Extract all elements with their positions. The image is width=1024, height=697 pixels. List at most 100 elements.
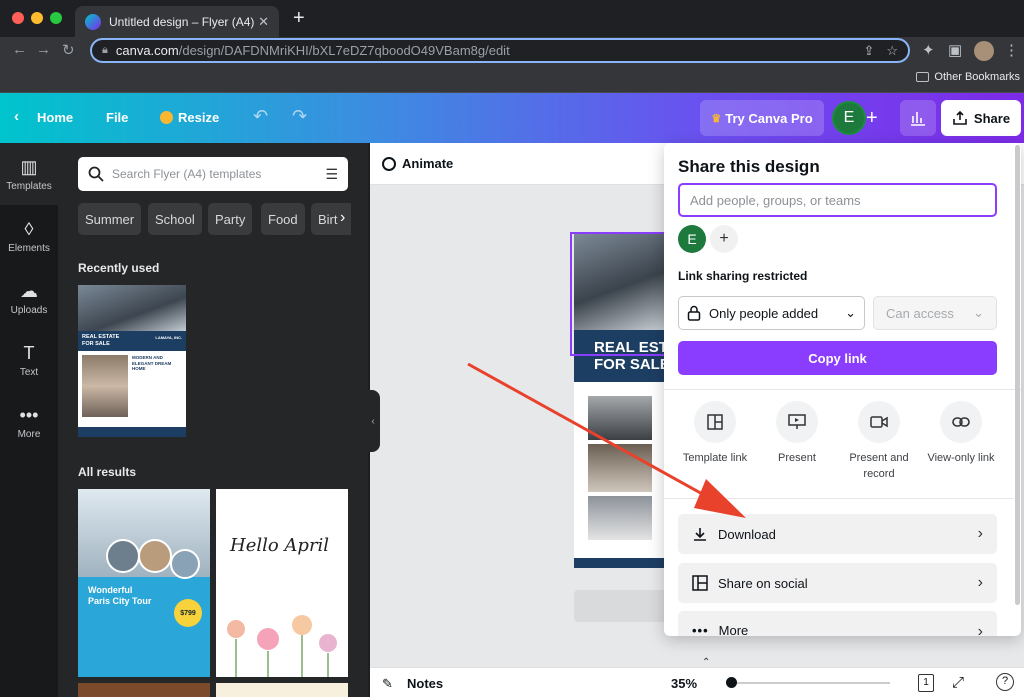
row-label: More — [718, 623, 749, 636]
rail-item-uploads[interactable]: ☁ Uploads — [0, 281, 58, 316]
template-thumb-partial[interactable] — [216, 683, 348, 697]
rail-label: More — [17, 429, 41, 440]
insights-button[interactable] — [900, 100, 936, 136]
present-option[interactable]: Present — [757, 401, 837, 467]
url-field[interactable]: 🔒︎ canva.com /design/DAFDNMriKHI/bXL7eDZ… — [90, 38, 910, 63]
template-link-option[interactable]: Template link — [675, 401, 755, 467]
zoom-slider-handle[interactable] — [726, 677, 737, 688]
thumb-banner: REAL ESTATE FOR SALE LAMAYA, INC. — [78, 331, 186, 351]
copy-link-button[interactable]: Copy link — [678, 341, 997, 375]
try-canva-pro-button[interactable]: ♛ Try Canva Pro — [700, 100, 824, 136]
access-level-select[interactable]: Can access ⌄ — [873, 296, 997, 330]
forward-icon[interactable]: → — [36, 41, 51, 58]
window-close-dot[interactable] — [12, 12, 24, 24]
zoom-slider-track[interactable] — [730, 682, 890, 684]
thumb-brand: LAMAYA, INC. — [155, 335, 182, 340]
extensions-icon[interactable]: ✦ — [922, 41, 935, 59]
window-minimize-dot[interactable] — [31, 12, 43, 24]
add-collaborator-icon[interactable]: + — [710, 225, 738, 253]
rail-item-text[interactable]: T Text — [0, 343, 58, 378]
template-thumb-real-estate[interactable]: REAL ESTATE FOR SALE LAMAYA, INC. MODERN… — [78, 285, 186, 437]
divider — [664, 389, 1021, 390]
user-avatar[interactable]: E — [832, 101, 866, 135]
present-and-record-option[interactable]: Present and record — [839, 401, 919, 483]
view-only-link-option[interactable]: View-only link — [921, 401, 1001, 467]
undo-icon[interactable]: ↶ — [253, 106, 268, 127]
chip-food[interactable]: Food — [261, 203, 305, 235]
chevron-right-icon: › — [977, 623, 983, 636]
animate-button[interactable]: Animate — [382, 156, 453, 171]
collaborator-avatar[interactable]: E — [678, 225, 706, 253]
invite-plus-icon[interactable]: + — [866, 107, 878, 130]
flyer-text: FOR SALE — [594, 355, 666, 373]
new-tab-icon[interactable]: + — [293, 7, 305, 30]
template-search-input[interactable]: Search Flyer (A4) templates ☰ — [78, 157, 348, 191]
download-icon — [694, 528, 706, 541]
chip-summer[interactable]: Summer — [78, 203, 142, 235]
thumb-text: Wonderful — [88, 585, 133, 595]
close-tab-icon[interactable]: ✕ — [258, 14, 269, 30]
option-label: Present and record — [849, 452, 909, 480]
collapse-panel-handle[interactable]: ‹ — [366, 390, 380, 452]
resize-button[interactable]: Resize — [178, 110, 219, 125]
text-icon: T — [23, 343, 35, 363]
share-page-icon[interactable]: ⇪ — [863, 43, 874, 59]
access-scope-select[interactable]: Only people added ⌄ — [678, 296, 865, 330]
chevron-left-icon[interactable]: ‹ — [14, 108, 19, 125]
template-thumb-partial[interactable] — [78, 683, 210, 697]
zoom-level: 35% — [671, 676, 698, 691]
left-rail: ▥ Templates ◊ Elements ☁ Uploads T Text ••• M… — [0, 143, 58, 697]
home-button[interactable]: Home — [37, 110, 73, 125]
rail-label: Uploads — [10, 305, 48, 316]
filter-sliders-icon[interactable]: ☰ — [325, 166, 338, 183]
add-page-button[interactable] — [574, 590, 666, 622]
chip-party[interactable]: Party — [208, 203, 253, 235]
reload-icon[interactable]: ↻ — [62, 41, 75, 59]
share-button[interactable]: Share — [941, 100, 1021, 136]
chip-school[interactable]: School — [148, 203, 202, 235]
interior-photo — [82, 354, 128, 417]
other-bookmarks-label: Other Bookmarks — [934, 71, 1020, 83]
more-icon: ••• — [19, 405, 39, 425]
notes-button[interactable]: Notes — [407, 676, 443, 691]
window-maximize-dot[interactable] — [50, 12, 62, 24]
back-icon[interactable]: ← — [12, 41, 27, 58]
share-label: Share — [973, 110, 1011, 126]
help-icon[interactable]: ? — [996, 673, 1014, 691]
chips-next-icon[interactable]: › — [340, 209, 345, 227]
recently-used-heading: Recently used — [78, 261, 160, 275]
bookmark-star-icon[interactable]: ☆ — [886, 43, 898, 59]
link-sharing-label: Link sharing restricted — [678, 269, 808, 283]
add-people-input[interactable]: Add people, groups, or teams — [678, 183, 997, 217]
notes-icon: ✎ — [382, 676, 393, 691]
profile-avatar[interactable] — [974, 41, 994, 61]
other-bookmarks[interactable]: Other Bookmarks — [916, 71, 1020, 83]
redo-icon[interactable]: ↷ — [292, 106, 307, 127]
browser-tab[interactable]: Untitled design – Flyer (A4) ✕ — [75, 6, 279, 37]
browser-menu-icon[interactable]: ⋮ — [1004, 41, 1019, 59]
canva-favicon-icon — [85, 13, 101, 30]
download-row[interactable]: Download › — [678, 514, 997, 554]
page-count[interactable]: 1 — [918, 674, 934, 692]
rail-item-elements[interactable]: ◊ Elements — [0, 219, 58, 254]
share-on-social-row[interactable]: Share on social › — [678, 563, 997, 603]
file-menu-button[interactable]: File — [106, 110, 128, 125]
bottom-bar: ✎ Notes 35% 1 ⤢ ? — [370, 667, 1024, 697]
rail-label: Elements — [8, 243, 50, 254]
rail-item-templates[interactable]: ▥ Templates — [0, 157, 58, 192]
fullscreen-icon[interactable]: ⤢ — [952, 674, 964, 691]
rail-item-more[interactable]: ••• More — [0, 405, 58, 440]
template-thumb-paris[interactable]: Wonderful Paris City Tour $799 — [78, 489, 210, 677]
share-panel-scrollbar[interactable] — [1015, 145, 1020, 605]
chevron-down-icon: ⌄ — [845, 305, 856, 320]
expand-pages-icon[interactable]: ⌃ — [702, 657, 710, 668]
circle-photo — [106, 539, 140, 573]
template-thumb-hello-april[interactable]: Hello April — [216, 489, 348, 677]
access-scope-value: Only people added — [709, 305, 819, 321]
uploads-icon: ☁ — [20, 281, 38, 301]
more-row[interactable]: ••• More › — [678, 611, 997, 636]
sidepanel-icon[interactable]: ▣ — [948, 41, 962, 59]
share-panel-title: Share this design — [678, 157, 820, 176]
search-icon — [88, 166, 104, 182]
script-text: Hello April — [230, 535, 330, 556]
